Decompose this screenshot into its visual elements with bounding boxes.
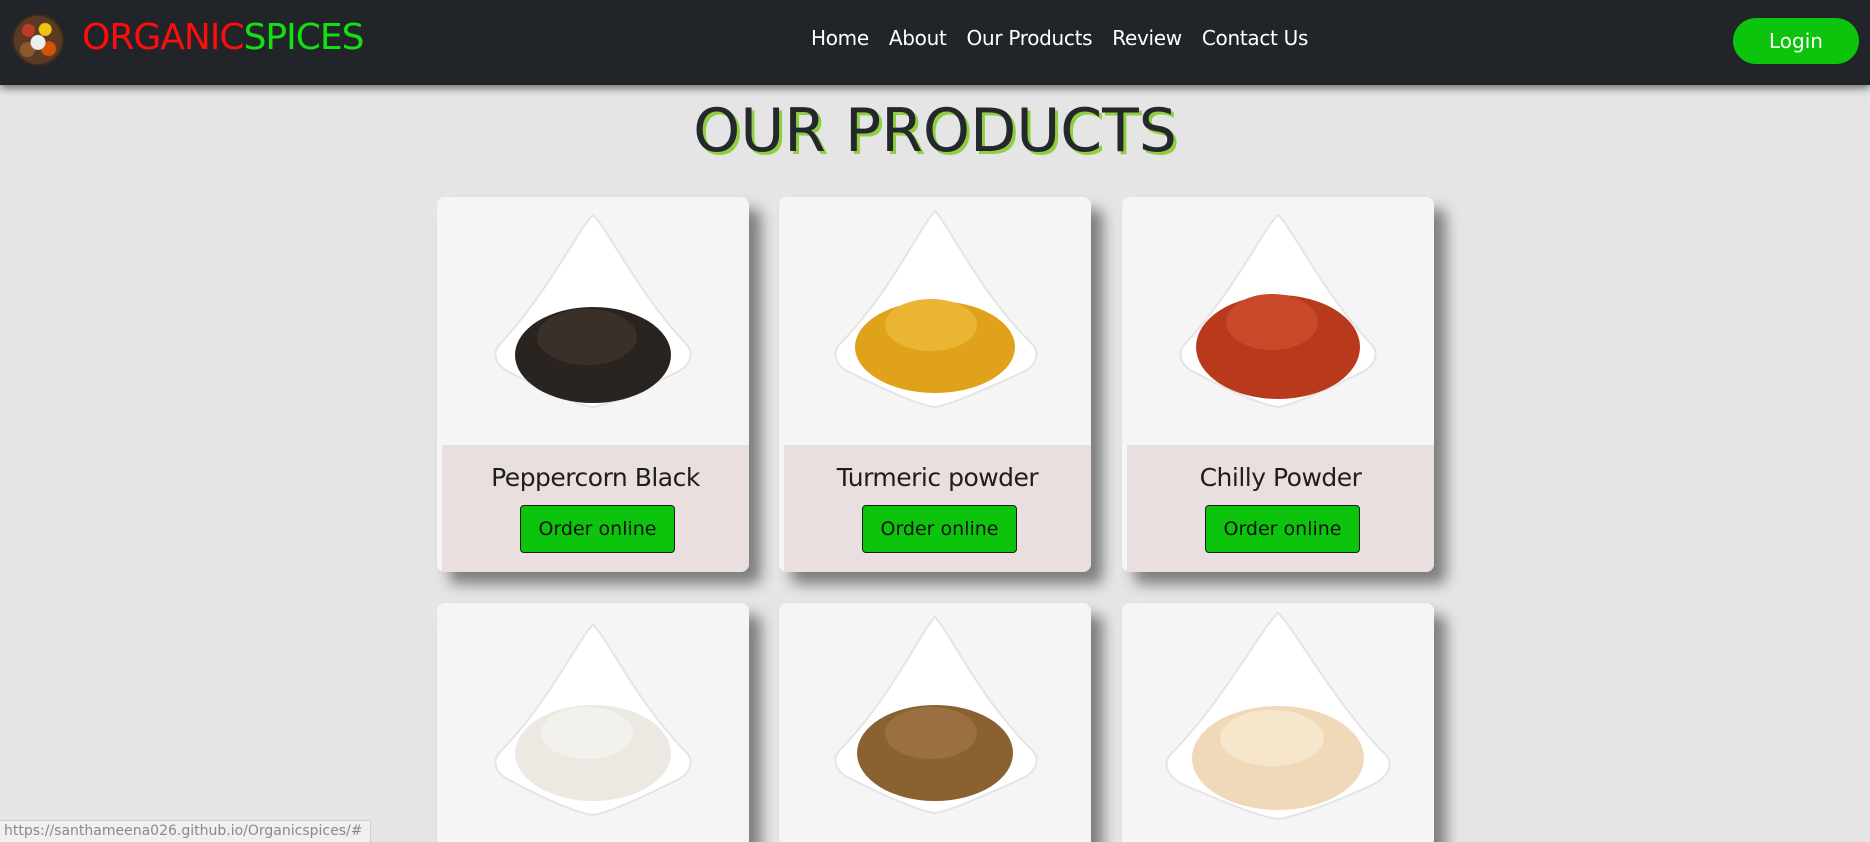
- spices-logo-icon[interactable]: [12, 14, 64, 66]
- product-card: Turmeric powder Order online: [779, 197, 1091, 572]
- product-card: Chilly Powder Order online: [1122, 197, 1434, 572]
- nav-home-link[interactable]: Home: [811, 26, 869, 50]
- product-name: Chilly Powder: [1199, 463, 1362, 492]
- product-card: Peppercorn Black Order online: [437, 197, 749, 572]
- product-name: Peppercorn Black: [491, 463, 700, 492]
- nav-contact-us-link[interactable]: Contact Us: [1202, 26, 1309, 50]
- nav-our-products-link[interactable]: Our Products: [967, 26, 1093, 50]
- product-card: [1122, 603, 1434, 842]
- brand-name[interactable]: ORGANICSPICES: [82, 17, 365, 58]
- status-bar-url: https://santhameena026.github.io/Organic…: [0, 820, 372, 842]
- login-button[interactable]: Login: [1733, 18, 1859, 64]
- product-image: [779, 197, 1091, 445]
- product-card: [779, 603, 1091, 842]
- brand-name-part2: SPICES: [243, 17, 365, 58]
- main-nav: Home About Our Products Review Contact U…: [811, 26, 1308, 50]
- nav-review-link[interactable]: Review: [1112, 26, 1182, 50]
- navbar: ORGANICSPICES Home About Our Products Re…: [0, 0, 1870, 85]
- brand-name-part1: ORGANIC: [82, 17, 245, 58]
- product-image: [1122, 603, 1434, 842]
- product-card-body: Chilly Powder Order online: [1127, 445, 1434, 572]
- product-card: [437, 603, 749, 842]
- section-title: OUR PRODUCTS: [693, 96, 1177, 166]
- product-image: [779, 603, 1091, 842]
- order-online-button[interactable]: Order online: [1205, 505, 1360, 553]
- product-image: [437, 197, 749, 445]
- order-online-button[interactable]: Order online: [520, 505, 675, 553]
- product-image: [1122, 197, 1434, 445]
- product-card-body: Peppercorn Black Order online: [442, 445, 749, 572]
- product-image: [437, 603, 749, 842]
- product-card-body: Turmeric powder Order online: [784, 445, 1091, 572]
- product-name: Turmeric powder: [836, 463, 1039, 492]
- nav-about-link[interactable]: About: [889, 26, 947, 50]
- order-online-button[interactable]: Order online: [862, 505, 1017, 553]
